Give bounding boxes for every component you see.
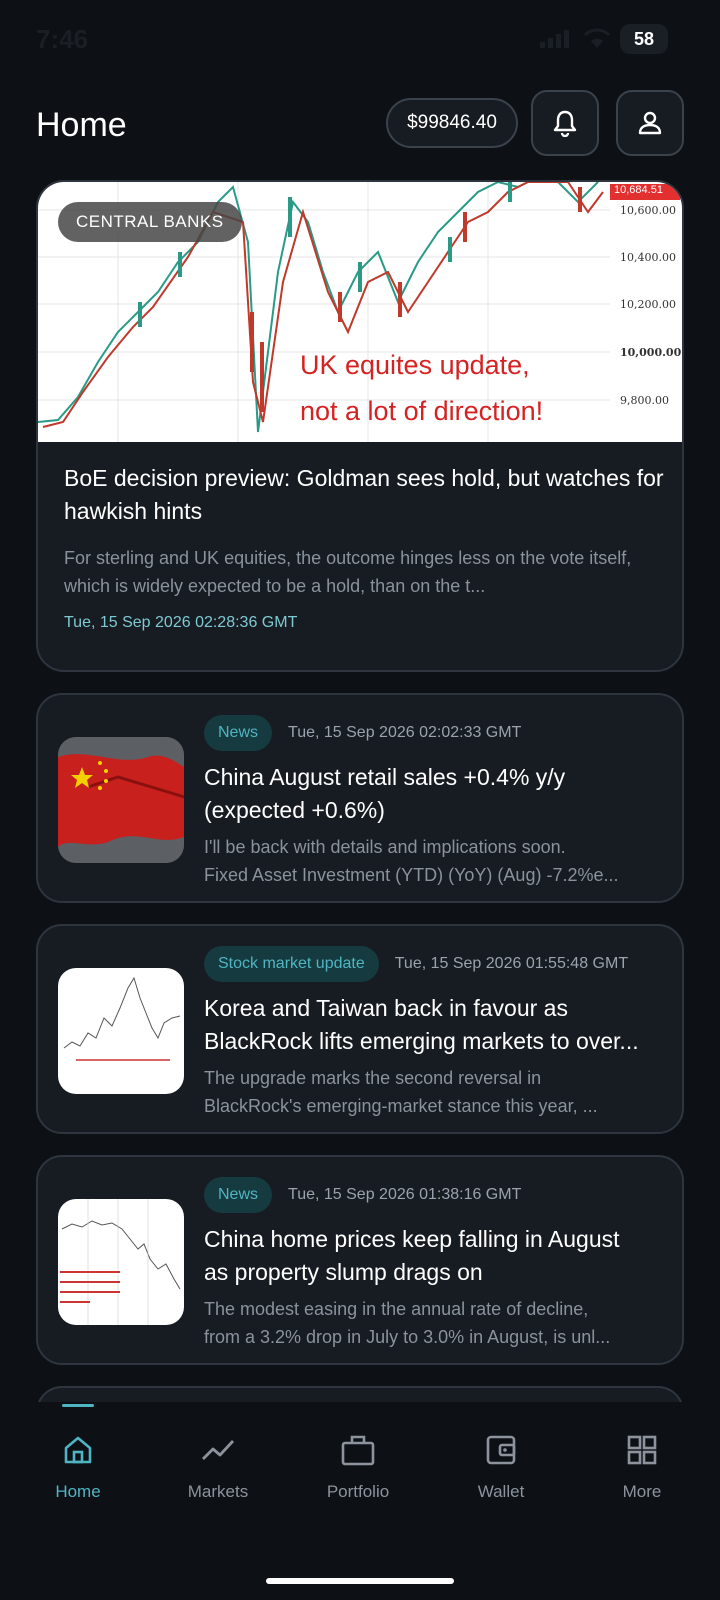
price-label: 10,400.00 — [620, 251, 676, 264]
article-title: China August retail sales +0.4% y/y (exp… — [204, 761, 666, 827]
article-title: China home prices keep falling in August… — [204, 1223, 666, 1289]
china-flag-image — [58, 737, 184, 863]
nav-label: Wallet — [477, 1482, 525, 1501]
title-line: Korea and Taiwan back in favour as — [204, 995, 568, 1021]
featured-article-card[interactable]: 10,684.51 10,600.00 10,400.00 10,200.00 … — [36, 180, 684, 672]
summary-line: I'll be back with details and implicatio… — [204, 837, 566, 857]
home-indicator[interactable] — [266, 1578, 454, 1584]
battery-indicator: 58 — [620, 24, 668, 54]
article-meta: News Tue, 15 Sep 2026 01:38:16 GMT — [204, 1177, 666, 1213]
header: Home $99846.40 — [0, 88, 720, 160]
image-overlay-line: UK equites update, — [300, 350, 530, 380]
summary-line: The upgrade marks the second reversal in — [204, 1068, 542, 1088]
image-overlay-text: UK equites update, not a lot of directio… — [300, 342, 543, 434]
article-date: Tue, 15 Sep 2026 01:55:48 GMT — [394, 955, 629, 972]
wallet-icon — [486, 1435, 516, 1465]
article-title: BoE decision preview: Goldman sees hold,… — [64, 465, 664, 524]
current-price-tag: 10,684.51 — [610, 184, 680, 200]
article-body: News Tue, 15 Sep 2026 02:02:33 GMT China… — [204, 715, 666, 889]
nav-label: More — [622, 1482, 662, 1501]
article-summary: For sterling and UK equities, the outcom… — [64, 548, 632, 596]
profile-button[interactable] — [616, 90, 684, 156]
price-axis: 10,684.51 10,600.00 10,400.00 10,200.00 … — [610, 182, 682, 442]
article-card[interactable]: News Tue, 15 Sep 2026 01:38:16 GMT China… — [36, 1155, 684, 1365]
title-line: China home prices keep falling in August — [204, 1226, 620, 1252]
article-summary: The upgrade marks the second reversal in… — [204, 1064, 666, 1120]
nav-label: Markets — [187, 1482, 249, 1501]
featured-article-body: BoE decision preview: Goldman sees hold,… — [64, 462, 664, 632]
article-summary: The modest easing in the annual rate of … — [204, 1295, 666, 1351]
nav-item-wallet[interactable]: Wallet — [451, 1430, 551, 1502]
article-body: Stock market update Tue, 15 Sep 2026 01:… — [204, 946, 666, 1120]
article-date: Tue, 15 Sep 2026 02:28:36 GMT — [64, 614, 298, 631]
page-title: Home — [36, 106, 127, 144]
summary-line: The modest easing in the annual rate of … — [204, 1299, 589, 1319]
category-tag: CENTRAL BANKS — [58, 202, 242, 242]
nav-item-markets[interactable]: Markets — [168, 1430, 268, 1502]
featured-article-image: 10,684.51 10,600.00 10,400.00 10,200.00 … — [38, 182, 682, 442]
category-badge: Stock market update — [204, 946, 379, 982]
nav-label: Portfolio — [326, 1482, 390, 1501]
price-label: 10,200.00 — [620, 298, 676, 311]
nav-item-portfolio[interactable]: Portfolio — [308, 1430, 408, 1502]
markets-icon — [202, 1440, 235, 1460]
article-date: Tue, 15 Sep 2026 01:38:16 GMT — [288, 1186, 522, 1203]
wifi-icon — [583, 28, 611, 48]
article-card[interactable]: News Tue, 15 Sep 2026 02:02:33 GMT China… — [36, 693, 684, 903]
article-thumbnail — [58, 1199, 184, 1325]
article-body: News Tue, 15 Sep 2026 01:38:16 GMT China… — [204, 1177, 666, 1351]
price-label: 10,000.00 — [620, 346, 682, 359]
bell-icon — [553, 110, 577, 137]
title-line: as property slump drags on — [204, 1259, 483, 1285]
title-line: China August retail sales +0.4% y/y — [204, 764, 566, 790]
balance-button[interactable]: $99846.40 — [386, 98, 518, 148]
article-meta: News Tue, 15 Sep 2026 02:02:33 GMT — [204, 715, 666, 751]
bottom-nav: Home Markets Portfolio Wallet More — [0, 1402, 720, 1600]
price-label: 10,600.00 — [620, 204, 676, 217]
battery-level: 58 — [633, 28, 655, 49]
summary-line: from a 3.2% drop in July to 3.0% in Augu… — [204, 1327, 611, 1347]
title-line: (expected +0.6%) — [204, 797, 385, 823]
summary-line: BlackRock's emerging-market stance this … — [204, 1096, 598, 1116]
category-badge: News — [204, 1177, 273, 1213]
notifications-button[interactable] — [531, 90, 599, 156]
article-summary: I'll be back with details and implicatio… — [204, 833, 666, 889]
summary-line: Fixed Asset Investment (YTD) (YoY) (Aug)… — [204, 865, 619, 885]
cell-signal-icon — [540, 30, 569, 48]
nav-label: Home — [55, 1482, 101, 1501]
image-overlay-line: not a lot of direction! — [300, 396, 544, 426]
nav-item-more[interactable]: More — [592, 1430, 692, 1502]
active-indicator — [62, 1404, 94, 1407]
article-thumbnail — [58, 737, 184, 863]
stock-chart-image — [63, 976, 181, 1061]
status-time: 7:46 — [36, 24, 89, 54]
grid-icon — [627, 1435, 657, 1465]
briefcase-icon — [341, 1435, 375, 1466]
nav-item-home[interactable]: Home — [28, 1404, 128, 1502]
article-thumbnail — [58, 968, 184, 1094]
article-meta: Stock market update Tue, 15 Sep 2026 01:… — [204, 946, 666, 982]
article-date: Tue, 15 Sep 2026 02:02:33 GMT — [288, 724, 522, 741]
price-label: 9,800.00 — [620, 394, 669, 407]
home-price-chart-image — [60, 1199, 181, 1325]
title-line: BlackRock lifts emerging markets to over… — [204, 1028, 639, 1054]
user-icon — [638, 111, 662, 135]
article-title: Korea and Taiwan back in favour as Black… — [204, 992, 666, 1058]
article-card[interactable]: Stock market update Tue, 15 Sep 2026 01:… — [36, 924, 684, 1134]
home-icon — [64, 1436, 92, 1464]
category-badge: News — [204, 715, 273, 751]
status-bar: 7:46 58 — [0, 0, 720, 78]
